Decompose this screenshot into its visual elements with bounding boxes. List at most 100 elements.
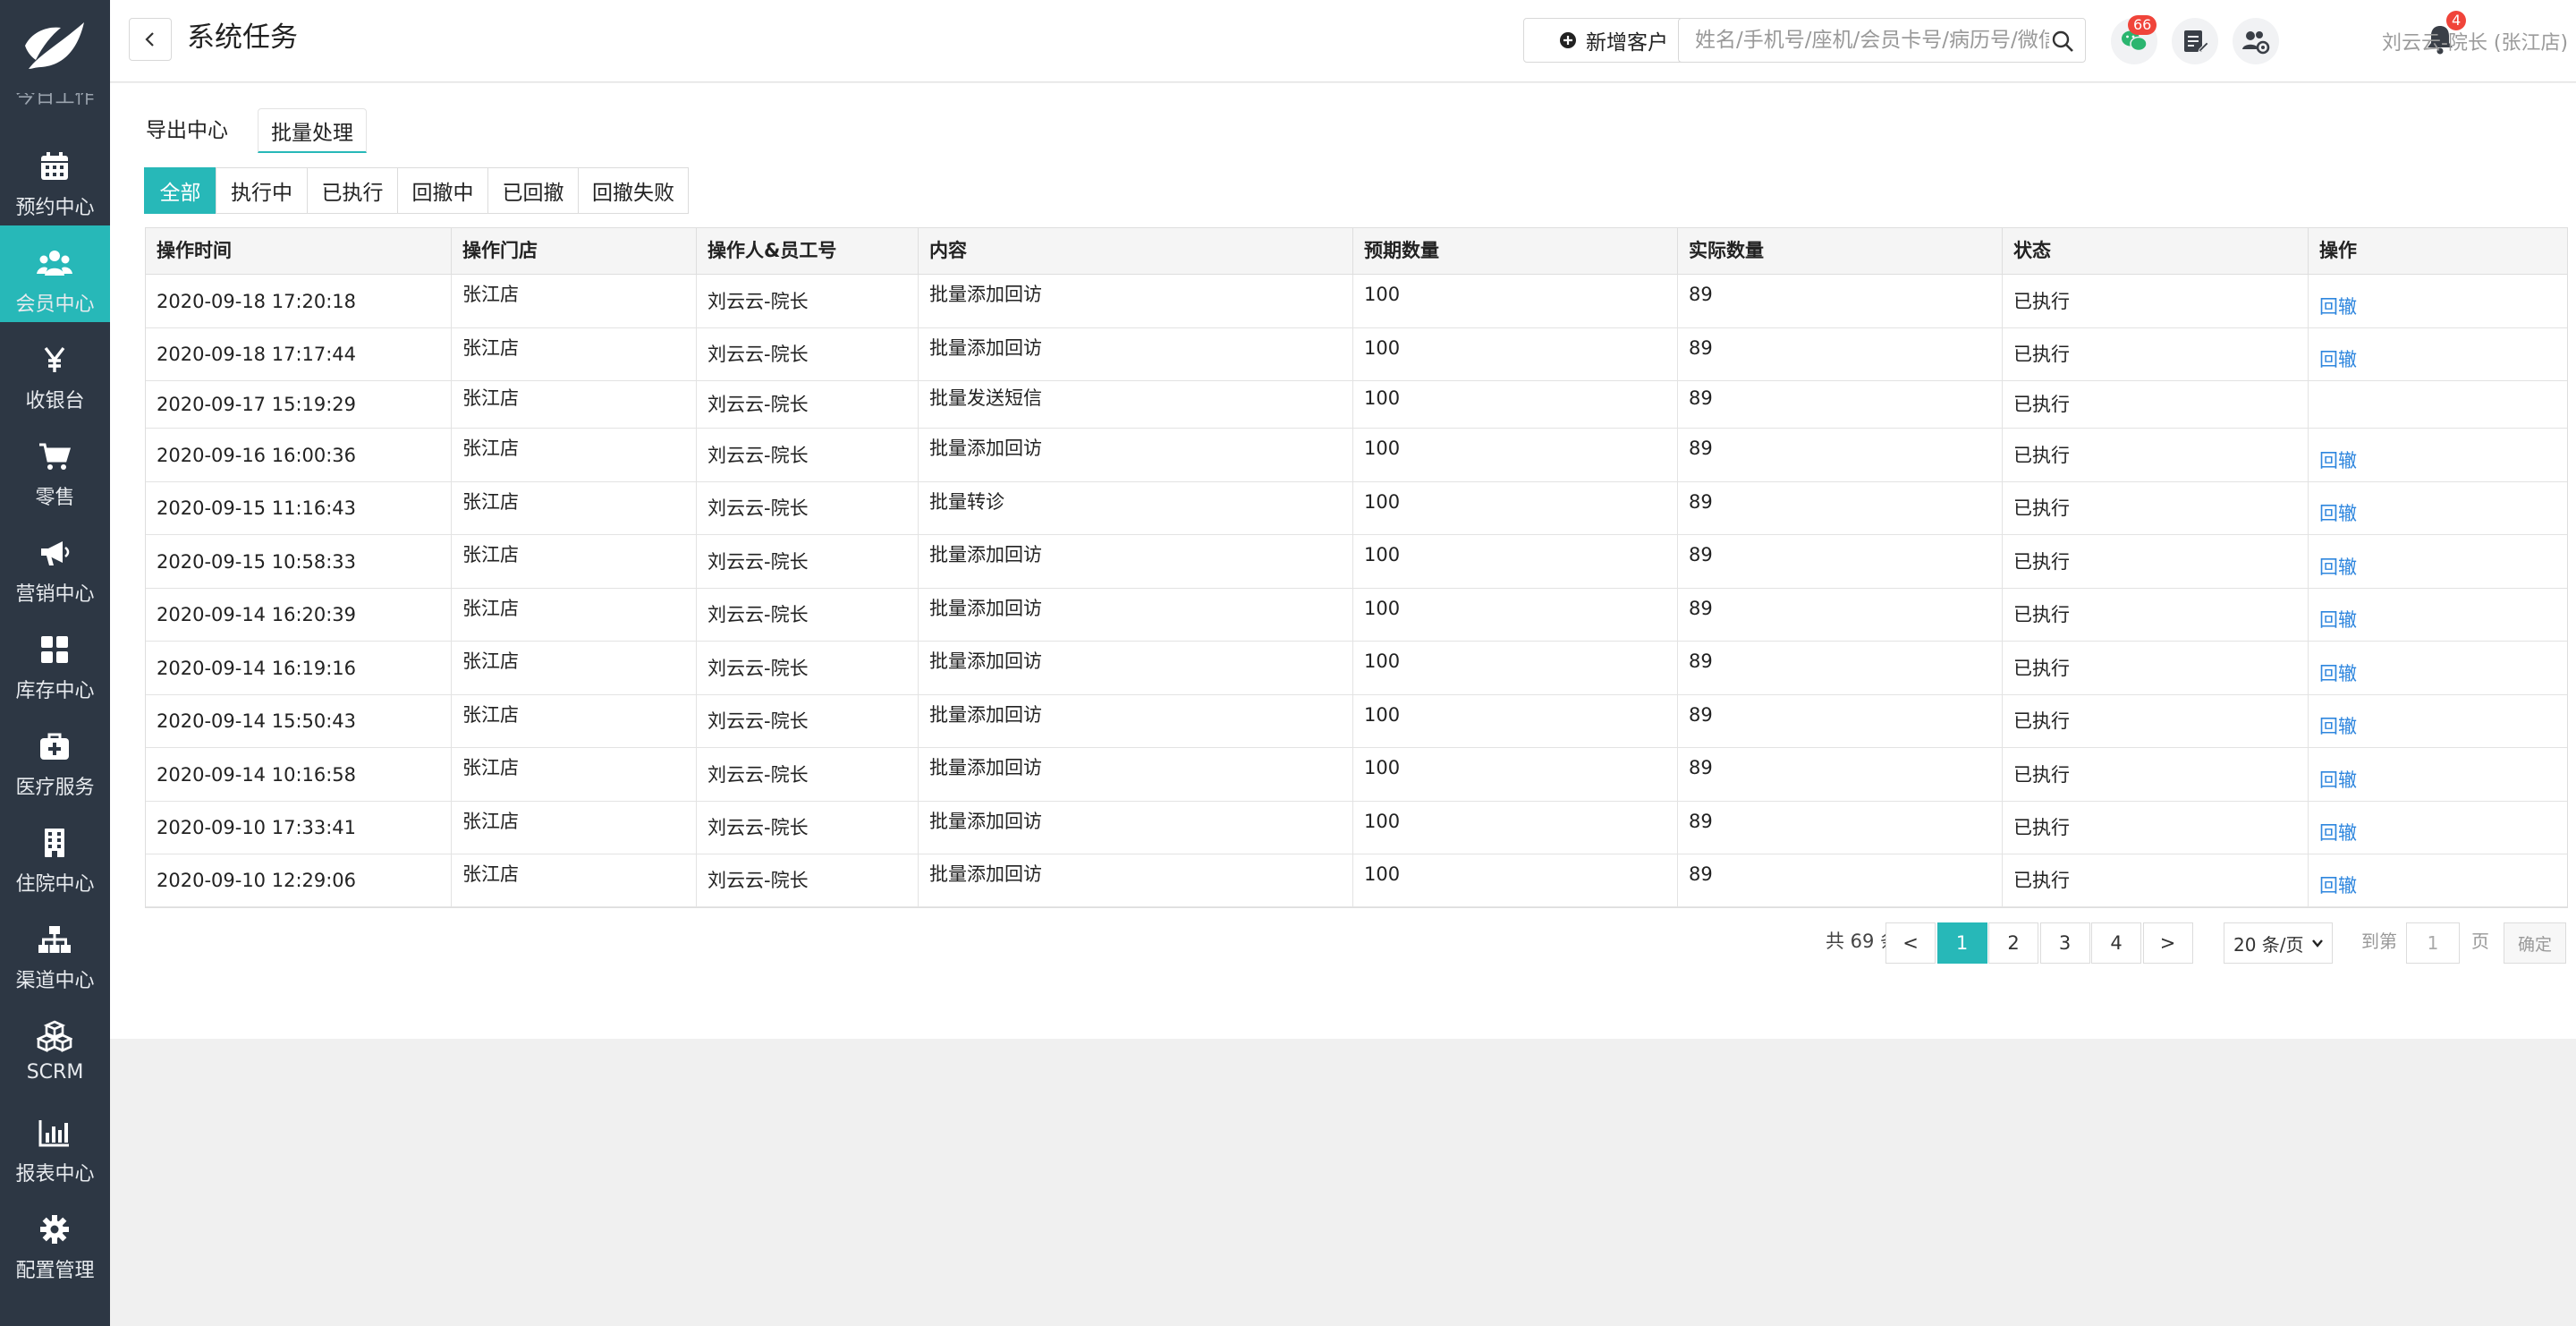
user-name: 刘云云-院长 (张江店) [2382, 32, 2569, 55]
plus-circle-icon [1560, 32, 1576, 48]
sidebar-item-4[interactable]: 零售 [0, 419, 110, 515]
undo-link[interactable]: 回辙 [2319, 296, 2357, 318]
goto-page-input[interactable]: 1 [2406, 922, 2460, 964]
logo[interactable] [0, 0, 110, 93]
cell-operator: 刘云云-院长 [708, 394, 809, 415]
sidebar-item-5[interactable]: 营销中心 [0, 515, 110, 612]
column-header: 预期数量 [1353, 228, 1678, 274]
sidebar-item-partial[interactable]: 今日工作 [0, 93, 110, 118]
table-cell: 已执行 [2003, 802, 2309, 854]
sidebar-item-2[interactable]: 会员中心 [0, 225, 110, 322]
undo-link[interactable]: 回辙 [2319, 875, 2357, 897]
table-cell: 100 [1353, 381, 1678, 428]
table-cell: 2020-09-14 16:19:16 [146, 642, 452, 694]
table-cell: 89 [1678, 748, 2003, 801]
sidebar-item-12[interactable]: 配置管理 [0, 1192, 110, 1288]
table-cell: 2020-09-10 17:33:41 [146, 802, 452, 854]
table-cell: 刘云云-院长 [697, 328, 919, 380]
chevron-left-icon [145, 32, 154, 47]
page-size-select[interactable]: 20 条/页 [2224, 922, 2333, 964]
undo-link[interactable]: 回辙 [2319, 663, 2357, 684]
cell-store: 张江店 [462, 703, 519, 726]
page-button-1[interactable]: 1 [1936, 922, 1987, 964]
undo-link[interactable]: 回辙 [2319, 716, 2357, 737]
table-cell: 回辙 [2309, 535, 2569, 588]
column-header: 实际数量 [1678, 228, 2003, 274]
cell-time: 2020-09-18 17:20:18 [157, 291, 357, 312]
undo-link[interactable]: 回辙 [2319, 450, 2357, 472]
filter-tab-3[interactable]: 已执行 [307, 167, 398, 214]
cell-operator: 刘云云-院长 [708, 291, 809, 312]
notes-button[interactable] [2172, 18, 2218, 64]
cell-store: 张江店 [462, 336, 519, 359]
filter-tab-5[interactable]: 已回撤 [487, 167, 579, 214]
sidebar-item-9[interactable]: 渠道中心 [0, 902, 110, 999]
column-header: 操作门店 [452, 228, 697, 274]
sidebar-item-11[interactable]: 报表中心 [0, 1095, 110, 1192]
search-icon[interactable] [2051, 30, 2074, 53]
undo-link[interactable]: 回辙 [2319, 609, 2357, 631]
members-icon [37, 245, 72, 281]
back-button[interactable] [129, 18, 172, 61]
sidebar-item-1[interactable]: 预约中心 [0, 129, 110, 225]
next-page-button[interactable]: > [2142, 922, 2193, 964]
table-cell: 回辙 [2309, 748, 2569, 801]
cell-store: 张江店 [462, 387, 519, 409]
cell-expected: 100 [1364, 490, 1401, 513]
filter-tab-1[interactable]: 全部 [144, 167, 216, 214]
tab-export-center[interactable]: 导出中心 [146, 115, 228, 146]
page-button-4[interactable]: 4 [2091, 922, 2141, 964]
sidebar-item-7[interactable]: 医疗服务 [0, 709, 110, 805]
table-cell: 张江店 [452, 429, 697, 481]
table-cell: 批量添加回访 [919, 328, 1353, 380]
undo-link[interactable]: 回辙 [2319, 557, 2357, 578]
team-button[interactable] [2233, 18, 2279, 64]
search-box[interactable] [1678, 18, 2086, 63]
cell-expected: 100 [1364, 544, 1401, 565]
undo-link[interactable]: 回辙 [2319, 822, 2357, 844]
cell-expected: 100 [1364, 597, 1401, 619]
table-row: 2020-09-14 16:19:16 张江店 刘云云-院长 批量添加回访 100 89 已… [146, 642, 2567, 695]
table-cell: 2020-09-14 16:20:39 [146, 589, 452, 641]
cell-status: 已执行 [2013, 394, 2070, 415]
table-header: 操作时间 操作门店 操作人&员工号 内容 预期数量 实际数量 状态 操作 [146, 228, 2567, 275]
sidebar-item-6[interactable]: 库存中心 [0, 612, 110, 709]
page-button-3[interactable]: 3 [2039, 922, 2090, 964]
search-input[interactable] [1695, 19, 2049, 62]
table-cell: 刘云云-院长 [697, 381, 919, 428]
cell-actual: 89 [1689, 438, 1713, 459]
undo-link[interactable]: 回辙 [2319, 503, 2357, 524]
cell-time: 2020-09-14 16:19:16 [157, 658, 357, 679]
table-cell: 已执行 [2003, 429, 2309, 481]
cell-status: 已执行 [2013, 817, 2070, 838]
add-customer-button[interactable]: 新增客户 [1523, 18, 1704, 63]
table-cell: 批量添加回访 [919, 589, 1353, 641]
sidebar-item-label: 收银台 [25, 390, 85, 412]
table-row: 2020-09-16 16:00:36 张江店 刘云云-院长 批量添加回访 100 89 已… [146, 429, 2567, 482]
filter-tab-6[interactable]: 回撤失败 [578, 167, 689, 214]
sidebar-item-10[interactable]: SCRM [0, 999, 110, 1095]
sidebar-item-8[interactable]: 住院中心 [0, 805, 110, 902]
cell-actual: 89 [1689, 544, 1713, 565]
filter-tab-4[interactable]: 回撤中 [397, 167, 488, 214]
page-button-2[interactable]: 2 [1988, 922, 2038, 964]
table-cell: 2020-09-15 10:58:33 [146, 535, 452, 588]
tab-batch-processing[interactable]: 批量处理 [258, 108, 367, 153]
table-cell: 已执行 [2003, 589, 2309, 641]
cell-status: 已执行 [2013, 445, 2070, 466]
cell-status: 已执行 [2013, 344, 2070, 365]
sidebar-item-3[interactable]: 收银台 [0, 322, 110, 419]
prev-page-button[interactable]: < [1885, 922, 1936, 964]
cell-content: 批量添加回访 [929, 650, 1042, 672]
goto-confirm-button[interactable]: 确定 [2504, 922, 2566, 964]
table-cell: 89 [1678, 695, 2003, 747]
table-cell: 100 [1353, 695, 1678, 747]
table-cell: 2020-09-18 17:20:18 [146, 275, 452, 327]
table-cell: 张江店 [452, 328, 697, 380]
undo-link[interactable]: 回辙 [2319, 349, 2357, 370]
undo-link[interactable]: 回辙 [2319, 769, 2357, 791]
cell-store: 张江店 [462, 757, 519, 778]
user-menu[interactable]: 刘云云-院长 (张江店) [2382, 27, 2576, 55]
table-row: 2020-09-10 17:33:41 张江店 刘云云-院长 批量添加回访 100 89 已… [146, 802, 2567, 854]
filter-tab-2[interactable]: 执行中 [216, 167, 308, 214]
